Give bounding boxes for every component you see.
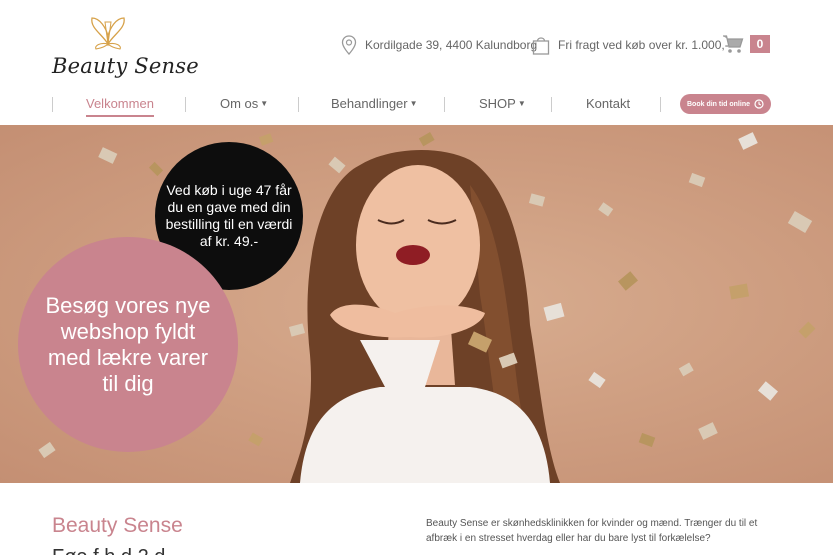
book-appointment-button[interactable]: Book din tid online <box>680 94 771 114</box>
nav-divider <box>444 97 445 112</box>
store-address[interactable]: Kordilgade 39, 4400 Kalundborg <box>341 35 537 55</box>
nav-item-label: SHOP <box>479 96 516 111</box>
address-text: Kordilgade 39, 4400 Kalundborg <box>365 38 538 52</box>
nav-item-label: Behandlinger <box>331 96 408 111</box>
chevron-down-icon: ▼ <box>260 99 269 108</box>
shipping-text: Fri fragt ved køb over kr. 1.000,- <box>558 38 729 52</box>
promo-gift-text: Ved køb i uge 47 får du en gave med din … <box>165 182 293 249</box>
nav-item-om-os[interactable]: Om os ▼ <box>220 96 268 111</box>
cart-icon <box>723 35 744 53</box>
intro-subtitle: Føe f h d 2 d <box>52 546 165 555</box>
nav-divider <box>298 97 299 112</box>
cart-count-badge: 0 <box>750 35 770 53</box>
nav-divider <box>185 97 186 112</box>
chevron-down-icon: ▼ <box>409 99 418 108</box>
nav-item-kontakt[interactable]: Kontakt <box>586 96 630 111</box>
nav-divider <box>660 97 661 112</box>
nav-item-label: Om os <box>220 96 259 111</box>
nav-item-label: Velkommen <box>86 96 154 111</box>
nav-item-label: Kontakt <box>586 96 631 111</box>
shopping-bag-icon <box>532 37 550 55</box>
nav-item-velkommen[interactable]: Velkommen <box>86 96 154 117</box>
cart-button[interactable]: 0 <box>722 34 770 54</box>
webshop-promo-badge[interactable]: Besøg vores nye webshop fyldt med lækre … <box>18 237 238 452</box>
site-header: Beauty Sense Kordilgade 39, 4400 Kalundb… <box>0 0 833 88</box>
location-pin-icon <box>341 35 357 55</box>
nav-item-behandlinger[interactable]: Behandlinger ▼ <box>331 96 418 111</box>
chevron-down-icon: ▼ <box>517 99 526 108</box>
nav-divider <box>551 97 552 112</box>
logo-wordmark: Beauty Sense <box>52 54 199 78</box>
nav-divider <box>52 97 53 112</box>
butterfly-logo-icon <box>91 17 125 50</box>
shipping-notice: Fri fragt ved køb over kr. 1.000,- <box>532 35 729 55</box>
intro-paragraph: Beauty Sense er skønhedsklinikken for kv… <box>426 518 758 544</box>
site-logo[interactable]: Beauty Sense <box>52 14 199 78</box>
intro-title: Beauty Sense <box>52 514 183 537</box>
clock-icon <box>754 99 764 109</box>
webshop-promo-text: Besøg vores nye webshop fyldt med lækre … <box>45 292 211 396</box>
book-button-label: Book din tid online <box>687 100 750 108</box>
hero-banner: Ved køb i uge 47 får du en gave med din … <box>0 125 833 483</box>
nav-item-shop[interactable]: SHOP ▼ <box>479 96 526 111</box>
